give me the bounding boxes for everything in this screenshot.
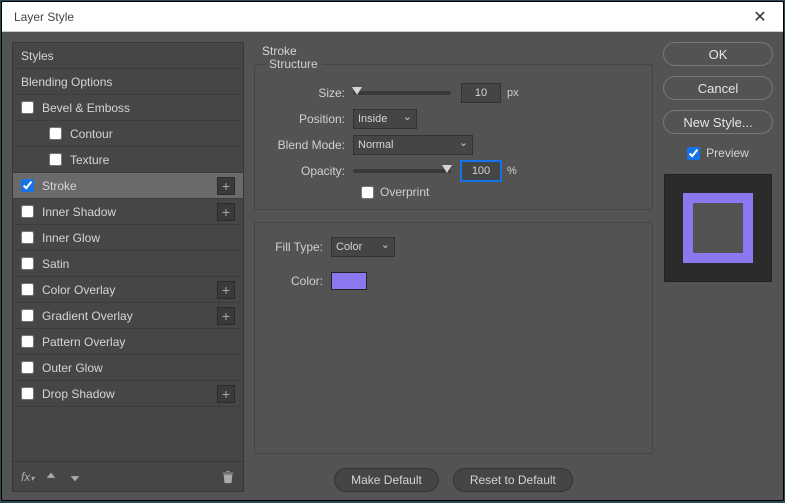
preview-box [664,174,772,282]
cancel-button[interactable]: Cancel [663,76,773,100]
add-instance-icon[interactable]: + [217,281,235,299]
trash-icon[interactable] [221,470,235,484]
size-label: Size: [267,86,353,100]
sidebar-item-satin[interactable]: Satin [13,251,243,277]
sidebar-item-dropshadow[interactable]: Drop Shadow + [13,381,243,407]
innerglow-checkbox[interactable] [21,231,34,244]
innershadow-checkbox[interactable] [21,205,34,218]
size-unit: px [507,87,519,99]
opacity-input[interactable] [461,161,501,181]
structure-group: Structure Size: px Position: Inside Blen… [254,64,653,210]
fx-icon[interactable]: fx▾ [21,470,34,484]
coloroverlay-checkbox[interactable] [21,283,34,296]
opacity-slider[interactable] [353,169,451,173]
dialog-title: Layer Style [14,10,74,24]
preview-swatch [683,193,753,263]
satin-checkbox[interactable] [21,257,34,270]
right-panel: OK Cancel New Style... Preview [663,42,773,492]
sidebar-item-label: Texture [70,153,109,167]
sidebar-item-label: Contour [70,127,113,141]
blendmode-label: Blend Mode: [267,138,353,152]
add-instance-icon[interactable]: + [217,307,235,325]
blendmode-select[interactable]: Normal [353,135,473,155]
sidebar-item-texture[interactable]: Texture [13,147,243,173]
size-input[interactable] [461,83,501,103]
sidebar-footer: fx▾ [13,461,243,491]
overprint-checkbox[interactable] [361,186,374,199]
close-icon[interactable]: ✕ [737,2,783,32]
layer-style-dialog: Layer Style ✕ Styles Blending Options Be… [1,1,784,501]
sidebar-item-contour[interactable]: Contour [13,121,243,147]
texture-checkbox[interactable] [49,153,62,166]
sidebar-item-innerglow[interactable]: Inner Glow [13,225,243,251]
outerglow-checkbox[interactable] [21,361,34,374]
up-arrow-icon[interactable] [44,470,58,484]
sidebar-item-label: Inner Glow [42,231,100,245]
ok-button[interactable]: OK [663,42,773,66]
opacity-label: Opacity: [267,164,353,178]
add-instance-icon[interactable]: + [217,177,235,195]
sidebar-item-label: Bevel & Emboss [42,101,130,115]
reset-default-button[interactable]: Reset to Default [453,468,573,492]
make-default-button[interactable]: Make Default [334,468,439,492]
fill-group: Fill Type: Color Color: [254,222,653,454]
sidebar-item-blending-options[interactable]: Blending Options [13,69,243,95]
opacity-unit: % [507,165,517,177]
preview-checkbox[interactable] [687,147,700,160]
sidebar-item-label: Satin [42,257,69,271]
filltype-label: Fill Type: [267,240,331,254]
contour-checkbox[interactable] [49,127,62,140]
position-label: Position: [267,112,353,126]
sidebar-item-label: Stroke [42,179,77,193]
sidebar-item-patternoverlay[interactable]: Pattern Overlay [13,329,243,355]
preview-label: Preview [706,146,749,160]
sidebar-item-label: Outer Glow [42,361,103,375]
new-style-button[interactable]: New Style... [663,110,773,134]
sidebar-item-label: Drop Shadow [42,387,115,401]
gradientoverlay-checkbox[interactable] [21,309,34,322]
sidebar-header-styles[interactable]: Styles [13,43,243,69]
sidebar-item-bevel[interactable]: Bevel & Emboss [13,95,243,121]
stroke-checkbox[interactable] [21,179,34,192]
position-select[interactable]: Inside [353,109,417,129]
sidebar-item-gradientoverlay[interactable]: Gradient Overlay + [13,303,243,329]
sidebar-item-label: Color Overlay [42,283,115,297]
patternoverlay-checkbox[interactable] [21,335,34,348]
sidebar-item-outerglow[interactable]: Outer Glow [13,355,243,381]
styles-sidebar: Styles Blending Options Bevel & Emboss Co… [12,42,244,492]
down-arrow-icon[interactable] [68,470,82,484]
color-label: Color: [267,274,331,288]
sidebar-item-label: Inner Shadow [42,205,116,219]
color-swatch[interactable] [331,272,367,290]
sidebar-item-coloroverlay[interactable]: Color Overlay + [13,277,243,303]
size-slider[interactable] [353,91,451,95]
overprint-label: Overprint [380,185,429,199]
sidebar-item-label: Gradient Overlay [42,309,133,323]
add-instance-icon[interactable]: + [217,203,235,221]
structure-legend: Structure [265,57,322,71]
sidebar-item-label: Pattern Overlay [42,335,125,349]
bevel-checkbox[interactable] [21,101,34,114]
sidebar-item-innershadow[interactable]: Inner Shadow + [13,199,243,225]
filltype-select[interactable]: Color [331,237,395,257]
sidebar-item-stroke[interactable]: Stroke + [13,173,243,199]
add-instance-icon[interactable]: + [217,385,235,403]
titlebar: Layer Style ✕ [2,2,783,32]
dropshadow-checkbox[interactable] [21,387,34,400]
settings-panel: Stroke Structure Size: px Position: Insi… [254,42,653,492]
